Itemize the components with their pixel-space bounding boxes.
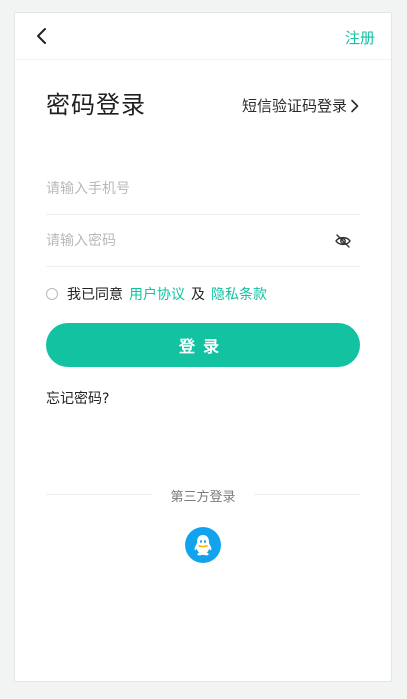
phone-input[interactable]: [46, 164, 326, 214]
chevron-left-icon: [37, 28, 46, 44]
sms-login-label: 短信验证码登录: [241, 97, 347, 115]
chevron-right-icon: [351, 99, 359, 112]
agreement-checkbox[interactable]: [46, 288, 58, 300]
page-title: 密码登录: [46, 91, 146, 119]
third-party-section-label: 第三方登录: [15, 486, 391, 505]
privacy-policy-link[interactable]: 隐私条款: [211, 284, 267, 304]
back-button[interactable]: [33, 26, 53, 46]
qq-icon: [194, 535, 212, 556]
agreement-and: 及: [191, 287, 205, 303]
agreement-prefix: 我已同意: [67, 287, 123, 303]
sms-login-link[interactable]: 短信验证码登录: [242, 95, 359, 116]
password-input[interactable]: [46, 216, 326, 266]
agreement-row: 我已同意 用户协议 及 隐私条款: [46, 284, 273, 304]
phone-field-row: [46, 164, 360, 215]
password-field-row: [46, 216, 360, 267]
third-party-label: 第三方登录: [162, 490, 244, 505]
password-visibility-toggle[interactable]: [334, 233, 352, 249]
login-card: 注册 密码登录 短信验证码登录 我已同意 用户协议 及 隐私条款 登录 忘记密码…: [14, 12, 392, 682]
forgot-password-link[interactable]: 忘记密码?: [46, 388, 109, 408]
register-link[interactable]: 注册: [345, 27, 375, 48]
user-agreement-link[interactable]: 用户协议: [129, 284, 185, 304]
eye-off-icon: [335, 234, 351, 248]
login-button[interactable]: 登录: [46, 323, 360, 367]
top-bar: 注册: [15, 13, 391, 60]
qq-login-button[interactable]: [185, 527, 221, 563]
